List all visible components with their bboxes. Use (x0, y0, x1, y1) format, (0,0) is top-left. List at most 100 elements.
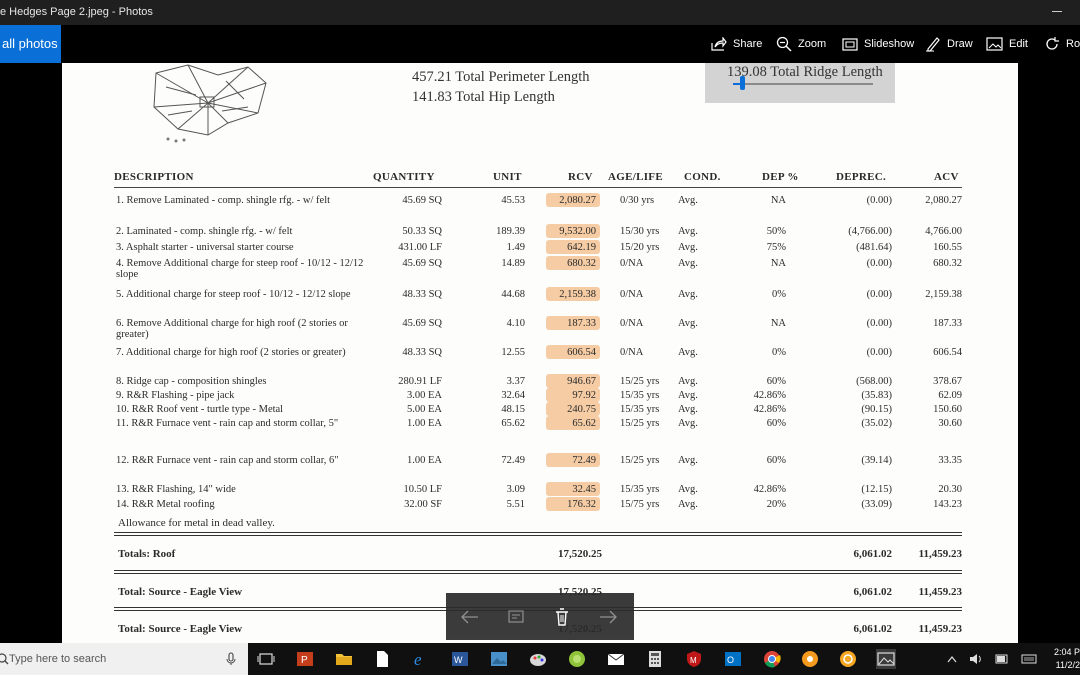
previous-arrow-button[interactable] (458, 605, 482, 629)
cell-age-life: 15/20 yrs (620, 242, 660, 253)
photos-active-icon[interactable] (876, 649, 896, 669)
hip-length: 141.83 Total Hip Length (412, 89, 555, 105)
cell-acv: 33.35 (938, 455, 962, 466)
internet-explorer-icon[interactable]: e (411, 649, 431, 669)
info-panel-icon (508, 610, 524, 623)
slideshow-button[interactable]: Slideshow (842, 25, 914, 63)
cell-deprec: (90.15) (861, 404, 892, 415)
minimize-button[interactable] (1050, 2, 1064, 16)
green-app-icon[interactable] (567, 649, 587, 669)
keyboard-icon[interactable] (1021, 654, 1037, 664)
totals-label: Total: Source - Eagle View (118, 623, 243, 635)
task-view-icon[interactable] (256, 649, 276, 669)
cell-description: 3. Asphalt starter - universal starter c… (116, 242, 294, 253)
cell-age-life: 0/NA (620, 318, 644, 329)
header-dep: DEP % (762, 171, 799, 183)
cell-dep: 75% (766, 242, 786, 253)
cell-dep: 60% (766, 455, 786, 466)
cell-acv: 187.33 (933, 318, 962, 329)
word-icon[interactable]: W (450, 649, 470, 669)
cell-deprec: (0.00) (866, 289, 892, 300)
powerpoint-icon[interactable]: P (295, 649, 315, 669)
cell-quantity: 10.50 LF (403, 484, 442, 495)
cell-description: 8. Ridge cap - composition shingles (116, 376, 267, 387)
mail-icon[interactable] (606, 649, 626, 669)
cell-acv: 680.32 (933, 258, 962, 269)
delete-button[interactable] (550, 605, 574, 629)
cell-quantity: 1.00 EA (407, 418, 442, 429)
cell-age-life: 0/NA (620, 347, 644, 358)
cell-acv: 160.55 (933, 242, 962, 253)
cell-unit: 45.53 (501, 195, 525, 206)
roof-diagram-thumbnail (153, 64, 267, 143)
cell-description: 10. R&R Roof vent - turtle type - Metal (116, 404, 284, 415)
cell-quantity: 48.33 SQ (402, 347, 442, 358)
cell-unit: 65.62 (501, 418, 525, 429)
photos-taskbar-icon[interactable] (489, 649, 509, 669)
cell-cond: Avg. (678, 499, 698, 510)
title-bar: e Hedges Page 2.jpeg - Photos (0, 0, 1080, 25)
cell-dep: 60% (766, 376, 786, 387)
zoom-slider-thumb[interactable] (740, 76, 745, 90)
share-button[interactable]: Share (711, 25, 762, 63)
header-acv: ACV (934, 171, 959, 183)
outlook-icon[interactable]: O (723, 649, 743, 669)
zoom-button[interactable]: Zoom (776, 25, 826, 63)
cell-age-life: 0/NA (620, 289, 644, 300)
cell-acv: 2,080.27 (925, 195, 962, 206)
cell-dep: 0% (772, 289, 786, 300)
cell-cond: Avg. (678, 376, 698, 387)
all-photos-button[interactable]: all photos (0, 25, 61, 63)
totals-acv: 11,459.23 (918, 548, 962, 560)
file-explorer-icon[interactable] (334, 649, 354, 669)
info-button[interactable] (504, 605, 528, 629)
header-rcv: RCV (568, 171, 593, 183)
photo-canvas[interactable]: 457.21 Total Perimeter Length 141.83 Tot… (62, 63, 1018, 643)
cell-rcv: 606.54 (567, 347, 596, 358)
cell-rcv: 240.75 (567, 404, 596, 415)
cell-quantity: 45.69 SQ (402, 195, 442, 206)
cell-acv: 143.23 (933, 499, 962, 510)
cell-unit: 189.39 (496, 226, 525, 237)
cell-rcv: 32.45 (572, 484, 596, 495)
rotate-button[interactable]: Rot (1044, 25, 1080, 63)
cell-dep: 42.86% (753, 404, 786, 415)
cell-rcv: 187.33 (567, 318, 596, 329)
clock[interactable]: 2:04 P 11/2/2 (1052, 646, 1080, 672)
taskbar-search[interactable]: Type here to search (0, 643, 248, 675)
svg-text:M: M (690, 656, 697, 665)
zoom-icon (776, 36, 792, 52)
cell-quantity: 431.00 LF (398, 242, 442, 253)
battery-icon[interactable] (995, 654, 1009, 664)
clock-time: 2:04 P (1053, 647, 1080, 657)
chevron-up-icon[interactable] (947, 655, 957, 663)
cell-dep: NA (770, 318, 786, 329)
cell-unit: 3.09 (506, 484, 525, 495)
antivirus-icon[interactable]: M (684, 649, 704, 669)
cell-acv: 378.67 (933, 376, 962, 387)
zoom-slider-track[interactable] (733, 83, 873, 85)
cell-dep: NA (770, 195, 786, 206)
cell-dep: 50% (766, 226, 786, 237)
cell-dep: 0% (772, 347, 786, 358)
cell-age-life: 15/75 yrs (620, 499, 660, 510)
orange-app-icon[interactable] (800, 649, 820, 669)
cell-cond: Avg. (678, 258, 698, 269)
calculator-icon[interactable] (645, 649, 665, 669)
cell-cond: Avg. (678, 418, 698, 429)
cell-cond: Avg. (678, 484, 698, 495)
chrome-icon[interactable] (762, 649, 782, 669)
edit-button[interactable]: Edit (986, 25, 1028, 63)
cell-unit: 1.49 (506, 242, 525, 253)
microphone-icon[interactable] (226, 652, 236, 666)
cell-age-life: 0/30 yrs (620, 195, 655, 206)
clock-date: 11/2/2 (1055, 660, 1080, 670)
paint-icon[interactable] (528, 649, 548, 669)
document-icon[interactable] (372, 649, 392, 669)
orange-app-2-icon[interactable] (838, 649, 858, 669)
search-icon (0, 653, 9, 665)
volume-icon[interactable] (969, 653, 983, 665)
draw-button[interactable]: Draw (925, 25, 973, 63)
next-arrow-button[interactable] (596, 605, 620, 629)
taskbar: Type here to search P e W M O 2:04 P 11/… (0, 643, 1080, 675)
